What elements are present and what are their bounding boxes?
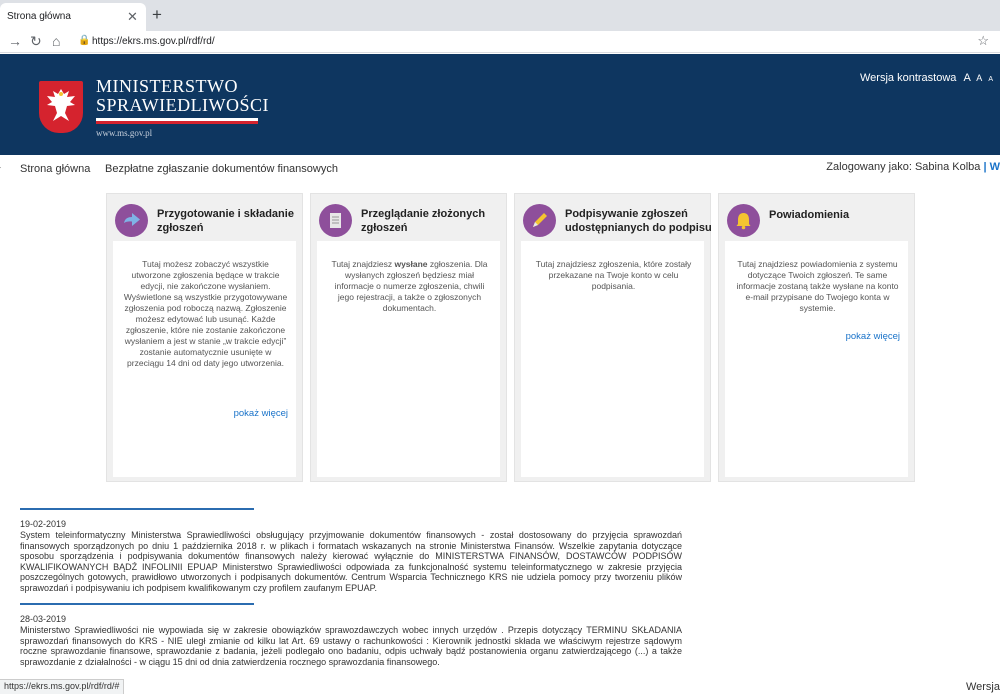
arrow-right-icon xyxy=(115,204,148,237)
logged-user: Zalogowany jako: Sabina Kolba | W xyxy=(826,161,1000,173)
logged-user-label: Zalogowany jako: Sabina Kolba xyxy=(826,161,981,173)
card-prepare[interactable]: Przygotowanie i składanie zgłoszeń Tutaj… xyxy=(106,193,303,482)
close-icon[interactable]: ✕ xyxy=(127,10,138,23)
card-body: Tutaj znajdziesz wysłane zgłoszenia. Dla… xyxy=(317,241,500,477)
card-header: Przeglądanie złożonych zgłoszeń xyxy=(311,194,506,242)
card-text-part: Tutaj znajdziesz xyxy=(331,259,395,269)
nav-home-link[interactable]: Strona główna xyxy=(20,163,90,175)
card-title[interactable]: Przeglądanie złożonych zgłoszeń xyxy=(361,207,511,235)
logout-link[interactable]: | W xyxy=(983,161,1000,173)
card-browse[interactable]: Przeglądanie złożonych zgłoszeń Tutaj zn… xyxy=(310,193,507,482)
card-title[interactable]: Podpisywanie zgłoszeń udostępnianych do … xyxy=(565,207,715,235)
main-nav: ↑ Strona główna Bezpłatne zgłaszanie dok… xyxy=(0,155,1000,183)
new-tab-button[interactable]: + xyxy=(152,6,162,24)
home-icon[interactable]: ⌂ xyxy=(52,33,60,49)
card-title[interactable]: Przygotowanie i składanie zgłoszeń xyxy=(157,207,307,235)
card-body: Tutaj możesz zobaczyć wszystkie utworzon… xyxy=(113,241,296,477)
news-text: Ministerstwo Sprawiedliwości nie wypowia… xyxy=(20,625,682,667)
card-title[interactable]: Powiadomienia xyxy=(769,208,919,222)
card-body: Tutaj znajdziesz zgłoszenia, które zosta… xyxy=(521,241,704,477)
logo-ministry: MINISTERSTWO xyxy=(96,76,238,96)
address-bar[interactable]: 🔒 https://ekrs.ms.gov.pl/rdf/rd/ ☆ xyxy=(72,33,998,51)
card-header: Powiadomienia xyxy=(719,194,914,242)
url-text: https://ekrs.ms.gov.pl/rdf/rd/ xyxy=(92,36,215,47)
card-header: Przygotowanie i składanie zgłoszeń xyxy=(107,194,302,242)
contrast-link[interactable]: Wersja kontrastowa xyxy=(860,72,956,84)
bell-icon xyxy=(727,204,760,237)
browser-tab[interactable]: Strona główna ✕ xyxy=(0,3,146,31)
news-text: System teleinformatyczny Ministerstwa Sp… xyxy=(20,530,682,593)
card-notifications[interactable]: Powiadomienia Tutaj znajdziesz powiadomi… xyxy=(718,193,915,482)
logo-justice: SPRAWIEDLIWOŚCI xyxy=(96,95,270,115)
news-divider xyxy=(20,603,254,605)
news-divider xyxy=(20,508,254,510)
document-icon xyxy=(319,204,352,237)
logo-stripe-red xyxy=(96,121,258,124)
browser-toolbar: → ↻ ⌂ 🔒 https://ekrs.ms.gov.pl/rdf/rd/ ☆ xyxy=(0,31,1000,53)
logo-url: www.ms.gov.pl xyxy=(96,128,153,138)
font-medium-button[interactable]: A xyxy=(976,73,982,83)
show-more-link[interactable]: pokaż więcej xyxy=(846,331,900,342)
news-date: 28-03-2019 xyxy=(20,614,67,624)
card-header: Podpisywanie zgłoszeń udostępnianych do … xyxy=(515,194,712,242)
eagle-emblem-icon xyxy=(39,81,83,133)
contrast-version-link[interactable]: Wersja xyxy=(966,681,1000,693)
card-description: Tutaj znajdziesz powiadomienia z systemu… xyxy=(736,259,899,313)
tab-title: Strona główna xyxy=(7,11,71,22)
lock-icon: 🔒 xyxy=(78,35,91,46)
card-text-bold: wysłane xyxy=(394,259,428,269)
pen-icon xyxy=(523,204,556,237)
nav-arrow-icon: ↑ xyxy=(0,164,2,175)
font-large-button[interactable]: A xyxy=(963,72,970,84)
nav-free-filing-link[interactable]: Bezpłatne zgłaszanie dokumentów finansow… xyxy=(105,163,338,175)
browser-tab-bar: Strona główna ✕ + xyxy=(0,0,1000,31)
site-header: MINISTERSTWO SPRAWIEDLIWOŚCI www.ms.gov.… xyxy=(0,54,1000,155)
card-description: Tutaj możesz zobaczyć wszystkie utworzon… xyxy=(123,259,288,368)
contrast-controls: Wersja kontrastowa A A A xyxy=(860,72,993,84)
card-description: Tutaj znajdziesz wysłane zgłoszenia. Dla… xyxy=(327,259,492,314)
reload-icon[interactable]: ↻ xyxy=(30,33,42,49)
bookmark-star-icon[interactable]: ☆ xyxy=(977,33,989,49)
card-body: Tutaj znajdziesz powiadomienia z systemu… xyxy=(725,241,908,477)
status-bar-url: https://ekrs.ms.gov.pl/rdf/rd/# xyxy=(0,679,125,694)
news-date: 19-02-2019 xyxy=(20,519,67,529)
show-more-link[interactable]: pokaż więcej xyxy=(234,408,288,419)
card-sign[interactable]: Podpisywanie zgłoszeń udostępnianych do … xyxy=(514,193,712,482)
card-description: Tutaj znajdziesz zgłoszenia, które zosta… xyxy=(535,259,692,291)
font-small-button[interactable]: A xyxy=(988,76,993,83)
back-icon[interactable]: → xyxy=(8,33,22,49)
